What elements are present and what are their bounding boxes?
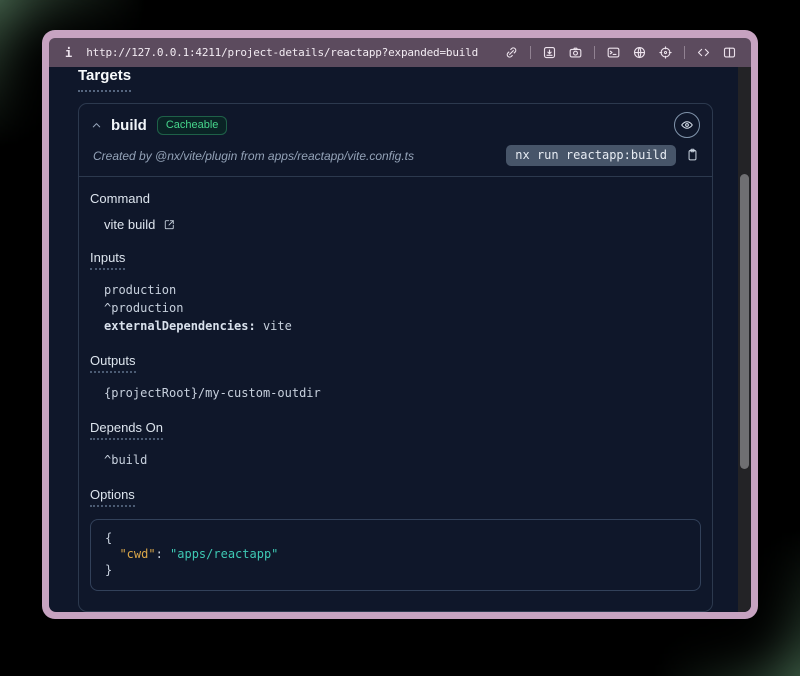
terminal-icon[interactable]: [606, 45, 621, 60]
options-section-label: Options: [90, 487, 701, 507]
options-json-block: { "cwd": "apps/reactapp" }: [90, 519, 701, 591]
code-brackets-icon[interactable]: [696, 45, 711, 60]
cacheable-badge: Cacheable: [157, 116, 228, 135]
target-icon[interactable]: [658, 45, 673, 60]
build-target-name[interactable]: build: [111, 117, 147, 134]
inputs-list: production ^production externalDependenc…: [104, 281, 701, 335]
inputs-section-label: Inputs: [90, 250, 701, 270]
import-download-icon[interactable]: [542, 45, 557, 60]
view-in-graph-button[interactable]: [674, 112, 700, 138]
run-command-chip[interactable]: nx run reactapp:build: [506, 145, 676, 166]
copy-command-button[interactable]: [685, 147, 700, 165]
json-value: "apps/reactapp": [170, 547, 278, 561]
created-by-text: Created by @nx/vite/plugin from apps/rea…: [91, 149, 414, 163]
json-line: }: [105, 562, 686, 578]
command-section-label: Command: [90, 191, 701, 206]
toolbar-divider: [684, 46, 685, 59]
targets-heading: Targets: [78, 67, 131, 92]
scrollbar-track[interactable]: [738, 67, 751, 612]
json-line: "cwd": "apps/reactapp": [105, 546, 686, 562]
clipboard-copy-icon: [685, 147, 700, 162]
build-target-card: build Cacheable Created by @nx/vite/plug…: [78, 103, 713, 612]
toolbar-divider: [594, 46, 595, 59]
output-item: {projectRoot}/my-custom-outdir: [104, 384, 701, 402]
outputs-list: {projectRoot}/my-custom-outdir: [104, 384, 701, 402]
outputs-section-label: Outputs: [90, 353, 701, 373]
depends-on-item: ^build: [104, 451, 701, 469]
json-line: {: [105, 530, 686, 546]
split-panel-icon[interactable]: [722, 45, 737, 60]
chevron-up-icon[interactable]: [91, 120, 102, 131]
info-icon: i: [65, 46, 72, 60]
app-window: i http://127.0.0.1:4211/project-details/…: [42, 30, 758, 619]
json-key: "cwd": [119, 547, 155, 561]
browser-address-bar: i http://127.0.0.1:4211/project-details/…: [49, 38, 751, 67]
toolbar-divider: [530, 46, 531, 59]
toolbar-icons: [504, 45, 737, 60]
external-link-icon[interactable]: [163, 218, 176, 231]
eye-icon: [680, 118, 694, 132]
camera-icon[interactable]: [568, 45, 583, 60]
input-item: production: [104, 281, 701, 299]
input-item: ^production: [104, 299, 701, 317]
build-card-body: Command vite build Inputs production ^pr…: [79, 177, 712, 611]
globe-icon[interactable]: [632, 45, 647, 60]
link-icon[interactable]: [504, 45, 519, 60]
input-item: externalDependencies: vite: [104, 317, 701, 335]
command-value: vite build: [104, 217, 155, 232]
depends-on-list: ^build: [104, 451, 701, 469]
url-text[interactable]: http://127.0.0.1:4211/project-details/re…: [86, 46, 504, 59]
build-card-header: build Cacheable Created by @nx/vite/plug…: [79, 104, 712, 177]
depends-on-section-label: Depends On: [90, 420, 701, 440]
page-content: Targets build Cacheable Created by @nx/v: [49, 67, 751, 612]
scrollbar-thumb[interactable]: [740, 174, 749, 469]
command-value-row: vite build: [104, 217, 701, 232]
